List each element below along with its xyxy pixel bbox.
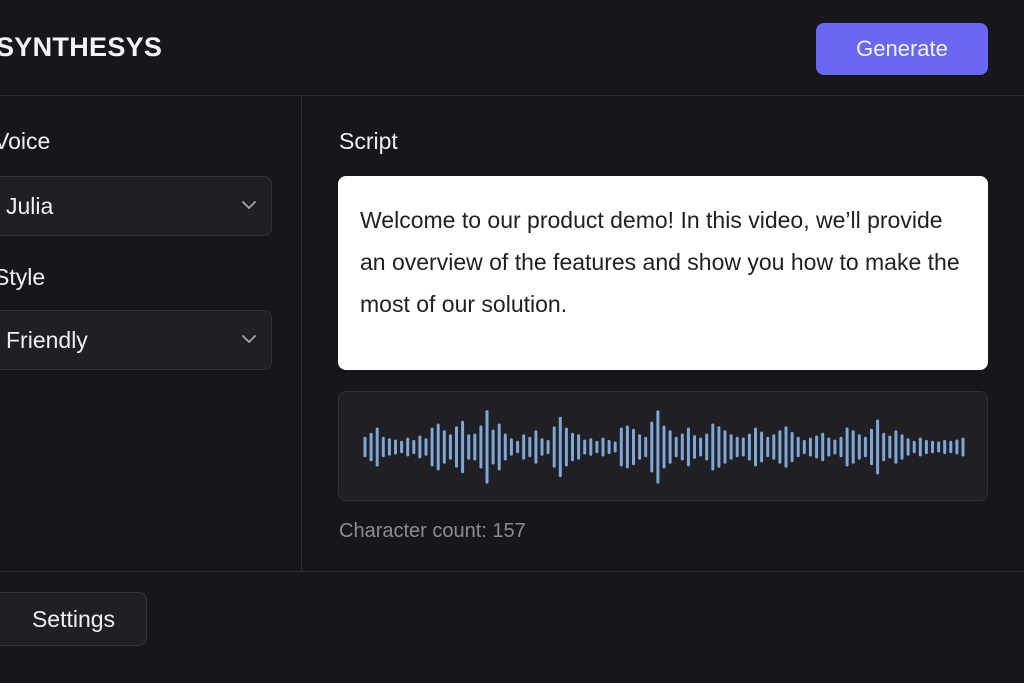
app-logo: SYNTHESYS <box>0 32 163 62</box>
settings-panel: Voice Julia Style Friendly <box>0 96 302 572</box>
settings-button[interactable]: Settings <box>0 592 147 646</box>
style-select-value: Friendly <box>6 327 88 353</box>
generate-button[interactable]: Generate <box>816 23 988 75</box>
app-window: SYNTHESYS Generate Voice Julia Style Fri… <box>0 0 1024 683</box>
footer-divider <box>0 571 1024 572</box>
chevron-down-icon <box>242 201 256 209</box>
top-bar: SYNTHESYS Generate <box>0 0 1024 96</box>
style-select[interactable]: Friendly <box>0 310 272 370</box>
style-label: Style <box>0 264 46 290</box>
chevron-down-icon <box>242 335 256 343</box>
audio-waveform[interactable] <box>338 391 988 501</box>
script-label: Script <box>339 128 398 154</box>
character-count: Character count: 157 <box>339 520 526 542</box>
waveform-graphic <box>363 410 965 484</box>
voice-select-value: Julia <box>6 193 54 219</box>
script-textarea[interactable]: Welcome to our product demo! In this vid… <box>338 176 988 370</box>
voice-select[interactable]: Julia <box>0 176 272 236</box>
voice-label: Voice <box>0 128 51 154</box>
